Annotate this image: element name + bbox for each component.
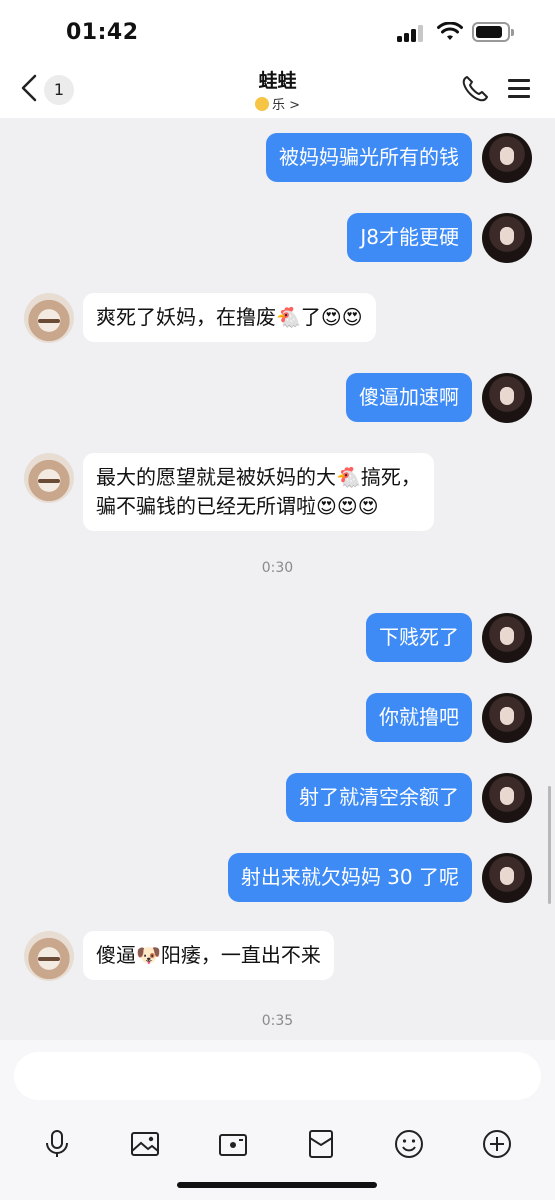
message-timestamp: 0:30 xyxy=(261,560,294,576)
my-avatar[interactable] xyxy=(482,373,532,423)
scrollbar[interactable] xyxy=(548,786,551,904)
contact-avatar[interactable] xyxy=(24,931,74,981)
message-input[interactable] xyxy=(14,1052,541,1100)
status-bar: 01:42 xyxy=(0,0,555,60)
message-timestamp: 0:35 xyxy=(261,1013,294,1029)
message-bubble[interactable]: 下贱死了 xyxy=(366,613,472,662)
message-bubble[interactable]: 你就撸吧 xyxy=(366,693,472,742)
my-avatar[interactable] xyxy=(482,213,532,263)
message-bubble[interactable]: 最大的愿望就是被妖妈的大🐔搞死， 骗不骗钱的已经无所谓啦😍😍😍 xyxy=(83,453,434,531)
red-packet-icon[interactable] xyxy=(305,1128,337,1160)
message-bubble[interactable]: 爽死了妖妈，在撸废🐔了😍😍 xyxy=(83,293,376,342)
cellular-signal-icon xyxy=(397,24,427,42)
message-bubble[interactable]: 射出来就欠妈妈 30 了呢 xyxy=(227,853,472,902)
my-avatar[interactable] xyxy=(482,613,532,663)
hamburger-menu-icon[interactable] xyxy=(506,76,532,102)
input-bar xyxy=(0,1040,555,1200)
microphone-icon[interactable] xyxy=(41,1128,73,1160)
message-bubble[interactable]: 射了就清空余额了 xyxy=(286,773,472,822)
battery-level xyxy=(476,26,502,38)
smiley-icon xyxy=(254,97,269,111)
message-bubble[interactable]: 傻逼加速啊 xyxy=(346,373,472,422)
my-avatar[interactable] xyxy=(482,133,532,183)
chat-message-list[interactable]: 被妈妈骗光所有的钱 J8才能更硬爽死了妖妈，在撸废🐔了😍😍 傻逼加速啊最大的愿望就是… xyxy=(0,118,555,1040)
my-avatar[interactable] xyxy=(482,853,532,903)
contact-status-text: 乐 > xyxy=(271,98,301,113)
camera-icon[interactable] xyxy=(217,1128,249,1160)
message-bubble[interactable]: 傻逼🐶阳痿，一直出不来 xyxy=(83,931,334,980)
my-avatar[interactable] xyxy=(482,693,532,743)
my-avatar[interactable] xyxy=(482,773,532,823)
contact-avatar[interactable] xyxy=(24,453,74,503)
image-icon[interactable] xyxy=(129,1128,161,1160)
chat-header: 1 蛙蛙 乐 > xyxy=(0,60,555,118)
message-bubble[interactable]: J8才能更硬 xyxy=(347,213,472,262)
status-time: 01:42 xyxy=(66,20,139,45)
contact-avatar[interactable] xyxy=(24,293,74,343)
emoji-icon[interactable] xyxy=(393,1128,425,1160)
plus-icon[interactable] xyxy=(481,1128,513,1160)
wifi-icon xyxy=(437,22,463,40)
home-indicator[interactable] xyxy=(177,1182,377,1188)
message-bubble[interactable]: 被妈妈骗光所有的钱 xyxy=(266,133,472,182)
battery-icon xyxy=(472,22,514,42)
phone-icon[interactable] xyxy=(460,74,490,104)
